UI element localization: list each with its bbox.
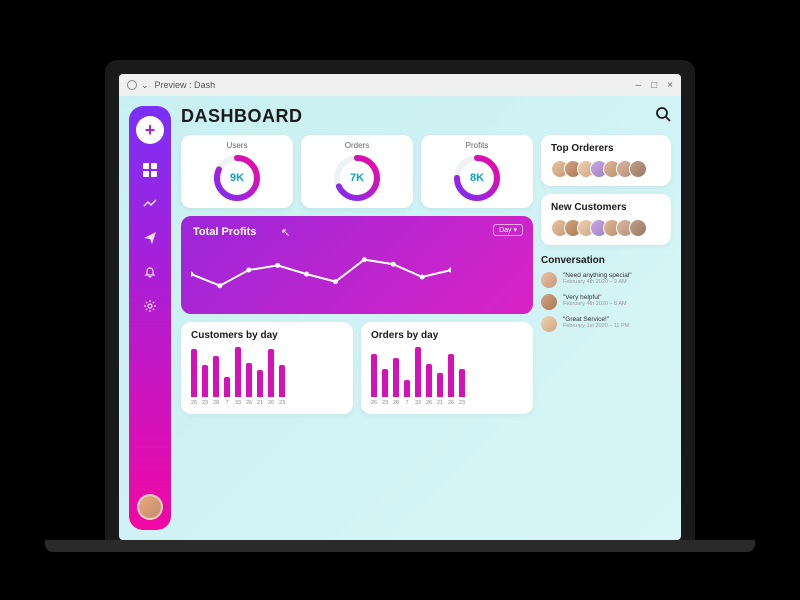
- bars-card: Orders by day 26232873326212623: [361, 322, 533, 414]
- close-button[interactable]: ×: [667, 80, 673, 91]
- bar: [448, 354, 454, 397]
- profits-title: Total Profits: [193, 226, 521, 238]
- bar: [202, 365, 208, 397]
- bar: [393, 358, 399, 397]
- conversation-date: February 4th 2020 – 9 AM: [563, 279, 632, 285]
- bar: [279, 365, 285, 397]
- stat-value: 7K: [333, 154, 381, 202]
- grid-icon[interactable]: [142, 162, 158, 178]
- bars-chart: [191, 347, 343, 397]
- chevron-down-icon[interactable]: ⌄: [141, 80, 149, 91]
- donut-chart: 8K: [453, 154, 501, 202]
- profits-line-chart: [191, 248, 451, 306]
- bar: [382, 369, 388, 397]
- gear-icon[interactable]: [142, 298, 158, 314]
- bar: [224, 377, 230, 397]
- bar: [437, 373, 443, 397]
- top-orderers-title: Top Orderers: [551, 143, 661, 154]
- conversation-item[interactable]: "Need anything special"February 4th 2020…: [541, 272, 671, 288]
- conversation-item[interactable]: "Very helpful"February 4th 2020 – 8 AM: [541, 294, 671, 310]
- avatar: [541, 316, 557, 332]
- stat-value: 8K: [453, 154, 501, 202]
- user-avatar[interactable]: [137, 494, 163, 520]
- send-icon[interactable]: [142, 230, 158, 246]
- conversation-message: "Great Service!": [563, 316, 629, 323]
- conversation-title: Conversation: [541, 255, 671, 266]
- stat-card-orders: Orders 7K: [301, 135, 413, 208]
- bar: [246, 363, 252, 397]
- search-icon[interactable]: [655, 106, 671, 127]
- avatar: [541, 294, 557, 310]
- trend-icon[interactable]: [142, 196, 158, 212]
- new-customers-card: New Customers: [541, 194, 671, 245]
- stat-card-profits: Profits 8K: [421, 135, 533, 208]
- bar: [426, 364, 432, 397]
- top-orderers-card: Top Orderers: [541, 135, 671, 186]
- donut-chart: 7K: [333, 154, 381, 202]
- conversation-message: "Need anything special": [563, 272, 632, 279]
- conversation-item[interactable]: "Great Service!"February 1st 2020 – 11 P…: [541, 316, 671, 332]
- bell-icon[interactable]: [142, 264, 158, 280]
- stat-card-users: Users 9K: [181, 135, 293, 208]
- window-title: Preview : Dash: [155, 80, 216, 90]
- new-customers-title: New Customers: [551, 202, 661, 213]
- app-window: ⌄ Preview : Dash – □ × + DASHBOARD Us: [119, 74, 681, 540]
- maximize-button[interactable]: □: [651, 80, 657, 91]
- avatar: [541, 272, 557, 288]
- conversation-date: February 4th 2020 – 8 AM: [563, 301, 627, 307]
- titlebar: ⌄ Preview : Dash – □ ×: [119, 74, 681, 96]
- target-icon: [127, 80, 137, 90]
- bar: [268, 349, 274, 397]
- bar: [415, 347, 421, 397]
- bar: [257, 370, 263, 397]
- conversation-section: Conversation "Need anything special"Febr…: [541, 253, 671, 338]
- page-title: DASHBOARD: [181, 106, 303, 127]
- stat-label: Orders: [345, 141, 369, 150]
- bar: [404, 380, 410, 397]
- profits-range-dropdown[interactable]: Day ▾: [493, 224, 523, 236]
- bar: [459, 369, 465, 397]
- bars-title: Orders by day: [371, 330, 523, 341]
- conversation-message: "Very helpful": [563, 294, 627, 301]
- stat-value: 9K: [213, 154, 261, 202]
- bar: [191, 349, 197, 397]
- bar: [371, 354, 377, 397]
- stat-label: Profits: [466, 141, 489, 150]
- sidebar: +: [129, 106, 171, 530]
- avatar[interactable]: [629, 219, 647, 237]
- total-profits-card: Total Profits Day ▾ ↖: [181, 216, 533, 314]
- donut-chart: 9K: [213, 154, 261, 202]
- bar: [213, 356, 219, 397]
- conversation-date: February 1st 2020 – 11 PM: [563, 323, 629, 329]
- bars-chart: [371, 347, 523, 397]
- add-button[interactable]: +: [136, 116, 164, 144]
- bars-title: Customers by day: [191, 330, 343, 341]
- avatar[interactable]: [629, 160, 647, 178]
- bar: [235, 347, 241, 397]
- bars-card: Customers by day 26232873326212623: [181, 322, 353, 414]
- stat-label: Users: [227, 141, 248, 150]
- minimize-button[interactable]: –: [636, 80, 642, 91]
